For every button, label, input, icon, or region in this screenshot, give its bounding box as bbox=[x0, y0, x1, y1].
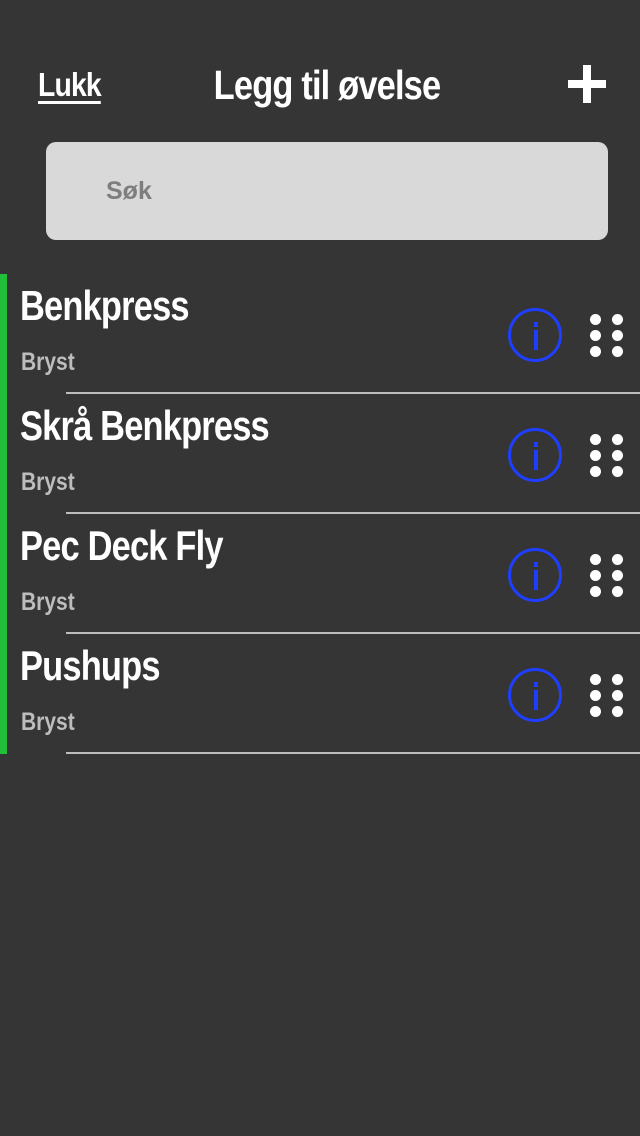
drag-dot bbox=[612, 450, 623, 461]
drag-dot bbox=[590, 570, 601, 581]
exercise-row[interactable]: Pushups Bryst bbox=[0, 634, 640, 754]
search-input[interactable] bbox=[46, 142, 608, 240]
drag-handle-icon[interactable] bbox=[590, 434, 626, 478]
drag-dot bbox=[590, 346, 601, 357]
add-exercise-button[interactable] bbox=[564, 58, 612, 110]
exercise-name: Benkpress bbox=[20, 282, 190, 329]
exercise-row[interactable]: Pec Deck Fly Bryst bbox=[0, 514, 640, 634]
info-icon[interactable] bbox=[508, 548, 562, 602]
drag-dot bbox=[612, 466, 623, 477]
selected-indicator bbox=[0, 514, 7, 634]
drag-dot bbox=[612, 706, 623, 717]
drag-dot bbox=[590, 434, 601, 445]
exercise-category: Bryst bbox=[21, 708, 75, 736]
selected-indicator bbox=[0, 634, 7, 754]
drag-dot bbox=[612, 690, 623, 701]
drag-dot bbox=[590, 330, 601, 341]
drag-dot bbox=[590, 706, 601, 717]
drag-dot bbox=[590, 586, 601, 597]
page-title: Legg til øvelse bbox=[213, 62, 441, 108]
add-exercise-screen: Lukk Legg til øvelse Benkpress Bryst Skr… bbox=[0, 0, 640, 1136]
exercise-row[interactable]: Skrå Benkpress Bryst bbox=[0, 394, 640, 514]
exercise-name: Pec Deck Fly bbox=[20, 522, 224, 569]
exercise-row[interactable]: Benkpress Bryst bbox=[0, 274, 640, 394]
drag-dot bbox=[590, 690, 601, 701]
exercise-list: Benkpress Bryst Skrå Benkpress Bryst Pec… bbox=[0, 274, 640, 754]
drag-dot bbox=[612, 314, 623, 325]
selected-indicator bbox=[0, 394, 7, 514]
drag-dot bbox=[612, 570, 623, 581]
exercise-name: Pushups bbox=[20, 642, 161, 689]
drag-handle-icon[interactable] bbox=[590, 314, 626, 358]
drag-dot bbox=[590, 314, 601, 325]
info-icon[interactable] bbox=[508, 308, 562, 362]
info-icon[interactable] bbox=[508, 428, 562, 482]
drag-dot bbox=[612, 586, 623, 597]
drag-dot bbox=[590, 450, 601, 461]
exercise-category: Bryst bbox=[21, 468, 75, 496]
drag-dot bbox=[590, 554, 601, 565]
row-divider bbox=[66, 752, 640, 754]
exercise-category: Bryst bbox=[21, 348, 75, 376]
drag-dot bbox=[612, 346, 623, 357]
exercise-name: Skrå Benkpress bbox=[20, 402, 270, 449]
drag-dot bbox=[612, 554, 623, 565]
drag-dot bbox=[612, 330, 623, 341]
drag-dot bbox=[590, 674, 601, 685]
drag-handle-icon[interactable] bbox=[590, 674, 626, 718]
selected-indicator bbox=[0, 274, 7, 394]
drag-handle-icon[interactable] bbox=[590, 554, 626, 598]
drag-dot bbox=[612, 434, 623, 445]
header: Lukk Legg til øvelse bbox=[0, 0, 640, 130]
exercise-category: Bryst bbox=[21, 588, 75, 616]
drag-dot bbox=[590, 466, 601, 477]
info-icon[interactable] bbox=[508, 668, 562, 722]
drag-dot bbox=[612, 674, 623, 685]
search-box bbox=[46, 142, 608, 240]
